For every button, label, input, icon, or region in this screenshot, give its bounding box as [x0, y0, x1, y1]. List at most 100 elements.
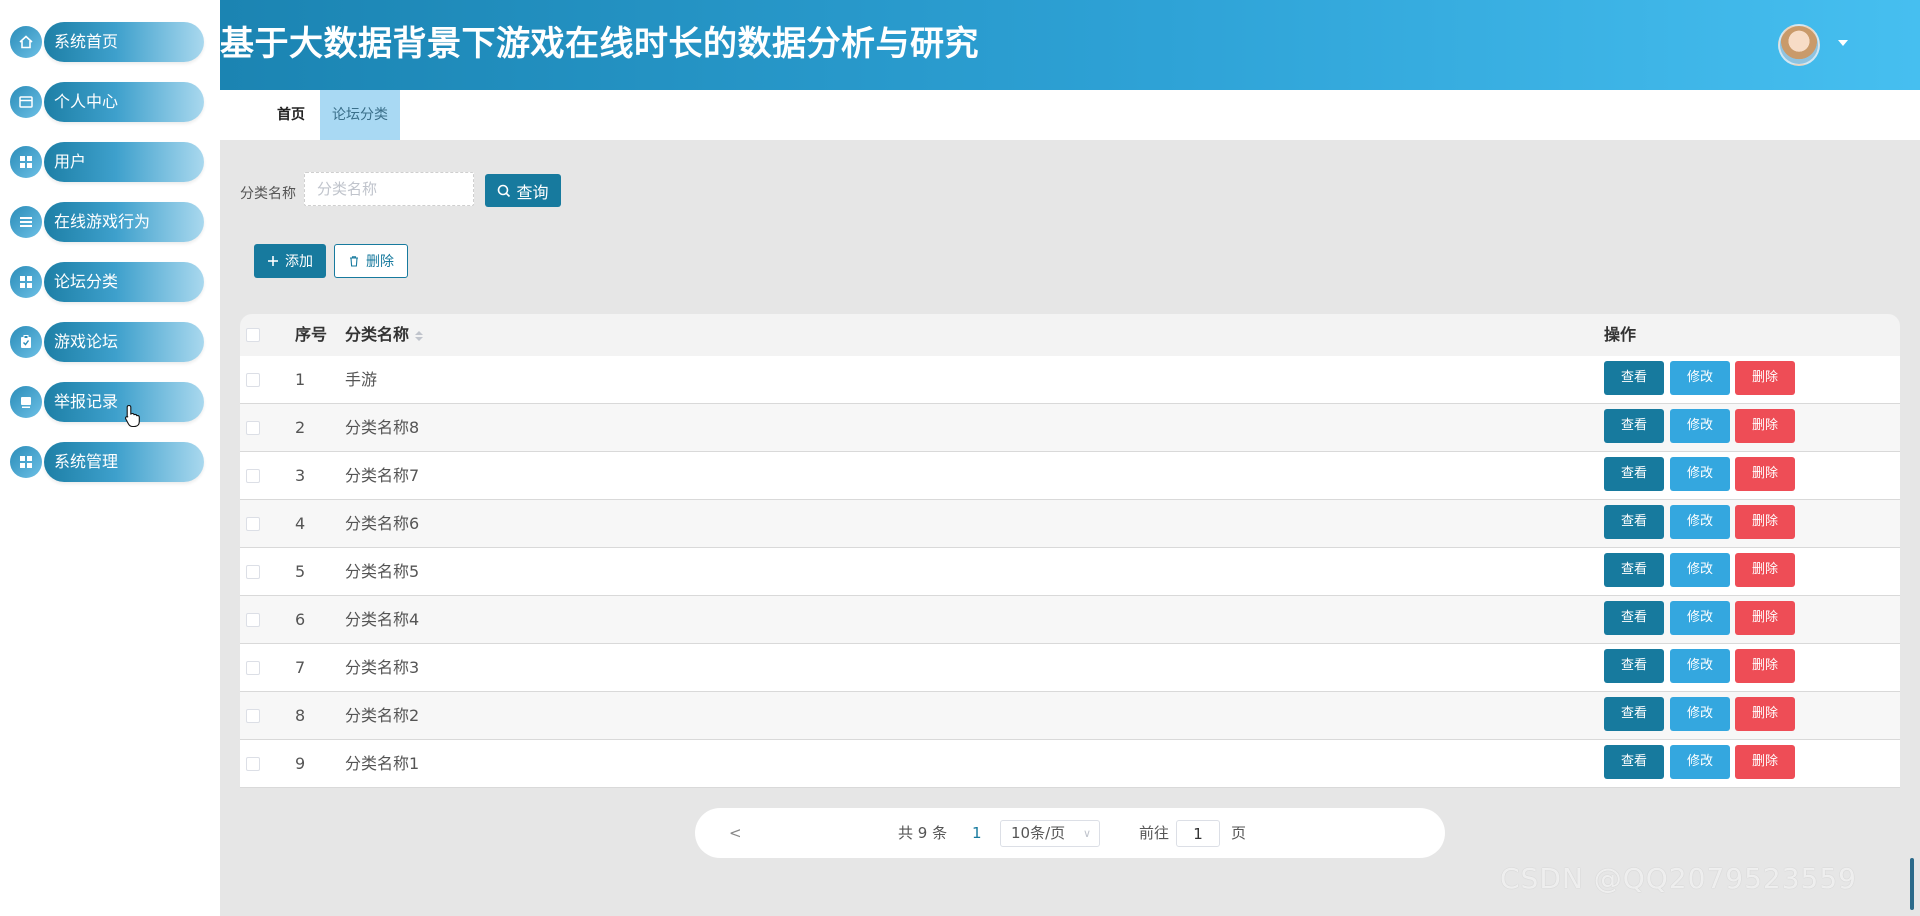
select-all-checkbox[interactable]: [246, 328, 260, 342]
prev-page-button[interactable]: <: [729, 808, 742, 858]
batch-delete-button[interactable]: 删除: [334, 244, 408, 278]
sidebar-item-users[interactable]: 用户: [10, 142, 204, 182]
column-header-actions: 操作: [1604, 325, 1637, 344]
edit-button[interactable]: 修改: [1670, 409, 1730, 443]
view-button[interactable]: 查看: [1604, 553, 1664, 587]
top-header: 基于大数据背景下游戏在线时长的数据分析与研究: [220, 0, 1920, 90]
query-button[interactable]: 查询: [485, 174, 561, 207]
edit-button[interactable]: 修改: [1670, 361, 1730, 395]
sidebar-item-label: 系统首页: [54, 32, 119, 51]
delete-button[interactable]: 删除: [1735, 745, 1795, 779]
sidebar-item-label: 用户: [54, 152, 87, 171]
sidebar-item-system-management[interactable]: 系统管理: [10, 442, 204, 482]
sidebar-item-report-records[interactable]: 举报记录: [10, 382, 204, 422]
row-checkbox[interactable]: [246, 661, 260, 675]
page-size-select[interactable]: 10条/页 ∨: [1000, 820, 1100, 847]
grid-icon: [10, 266, 42, 298]
row-checkbox[interactable]: [246, 757, 260, 771]
row-checkbox[interactable]: [246, 517, 260, 531]
sidebar-item-game-forum[interactable]: 游戏论坛: [10, 322, 204, 362]
row-category-name: 分类名称7: [345, 466, 420, 485]
row-index: 9: [295, 754, 306, 773]
delete-button[interactable]: 删除: [1735, 505, 1795, 539]
tab-home[interactable]: 首页: [252, 90, 330, 140]
sidebar-item-personal-center[interactable]: 个人中心: [10, 82, 204, 122]
row-category-name: 分类名称2: [345, 706, 420, 725]
column-header-category-name[interactable]: 分类名称: [345, 314, 424, 356]
edit-button[interactable]: 修改: [1670, 457, 1730, 491]
delete-button[interactable]: 删除: [1735, 601, 1795, 635]
delete-button[interactable]: 删除: [1735, 697, 1795, 731]
home-icon: [10, 26, 42, 58]
category-table: 序号 分类名称 操作 1 手游 查看 修改 删除 2 分类名称8 查看 修改 删除 3 分类名称7 查看…: [240, 314, 1900, 788]
row-category-name: 分类名称5: [345, 562, 420, 581]
table-row: 7 分类名称3 查看 修改 删除: [240, 644, 1900, 692]
row-index: 5: [295, 562, 306, 581]
grid-icon: [10, 146, 42, 178]
watermark: CSDN @QQ2079523559: [1500, 862, 1857, 895]
row-index: 6: [295, 610, 306, 629]
edit-button[interactable]: 修改: [1670, 697, 1730, 731]
delete-button[interactable]: 删除: [1735, 649, 1795, 683]
sidebar-item-online-game-behavior[interactable]: 在线游戏行为: [10, 202, 204, 242]
edit-button[interactable]: 修改: [1670, 601, 1730, 635]
view-button[interactable]: 查看: [1604, 697, 1664, 731]
add-button-label: 添加: [285, 254, 313, 270]
row-checkbox[interactable]: [246, 709, 260, 723]
pagination-total: 共 9 条: [898, 824, 948, 842]
scrollbar-handle[interactable]: [1910, 858, 1914, 910]
table-row: 8 分类名称2 查看 修改 删除: [240, 692, 1900, 740]
table-row: 3 分类名称7 查看 修改 删除: [240, 452, 1900, 500]
row-checkbox[interactable]: [246, 373, 260, 387]
list-icon: [10, 206, 42, 238]
edit-button[interactable]: 修改: [1670, 745, 1730, 779]
edit-button[interactable]: 修改: [1670, 649, 1730, 683]
view-button[interactable]: 查看: [1604, 361, 1664, 395]
table-row: 4 分类名称6 查看 修改 删除: [240, 500, 1900, 548]
tab-forum-category[interactable]: 论坛分类: [320, 90, 400, 140]
sort-icon[interactable]: [415, 330, 424, 341]
sidebar-item-label: 游戏论坛: [54, 332, 119, 351]
delete-button[interactable]: 删除: [1735, 553, 1795, 587]
edit-button[interactable]: 修改: [1670, 553, 1730, 587]
delete-button[interactable]: 删除: [1735, 457, 1795, 491]
row-index: 3: [295, 466, 306, 485]
sidebar-item-home[interactable]: 系统首页: [10, 22, 204, 62]
sidebar-item-forum-category[interactable]: 论坛分类: [10, 262, 204, 302]
row-checkbox[interactable]: [246, 469, 260, 483]
plus-icon: [268, 256, 278, 266]
card-icon: [10, 86, 42, 118]
sidebar-item-label: 个人中心: [54, 92, 119, 111]
view-button[interactable]: 查看: [1604, 505, 1664, 539]
row-checkbox[interactable]: [246, 565, 260, 579]
table-header: 序号 分类名称 操作: [240, 314, 1900, 356]
goto-page-input[interactable]: [1176, 820, 1220, 847]
view-button[interactable]: 查看: [1604, 601, 1664, 635]
edit-button[interactable]: 修改: [1670, 505, 1730, 539]
row-category-name: 分类名称6: [345, 514, 420, 533]
delete-button[interactable]: 删除: [1735, 361, 1795, 395]
view-button[interactable]: 查看: [1604, 745, 1664, 779]
view-button[interactable]: 查看: [1604, 457, 1664, 491]
row-checkbox[interactable]: [246, 421, 260, 435]
add-button[interactable]: 添加: [254, 244, 326, 278]
page-number-current[interactable]: 1: [972, 808, 982, 858]
table-row: 9 分类名称1 查看 修改 删除: [240, 740, 1900, 788]
sidebar-item-label: 在线游戏行为: [54, 212, 151, 231]
row-category-name: 手游: [345, 370, 378, 389]
delete-button[interactable]: 删除: [1735, 409, 1795, 443]
goto-suffix: 页: [1231, 824, 1247, 842]
chevron-down-icon[interactable]: [1838, 40, 1848, 46]
view-button[interactable]: 查看: [1604, 649, 1664, 683]
row-category-name: 分类名称8: [345, 418, 420, 437]
table-row: 6 分类名称4 查看 修改 删除: [240, 596, 1900, 644]
app-title: 基于大数据背景下游戏在线时长的数据分析与研究: [220, 24, 979, 64]
trash-icon: [350, 256, 358, 267]
user-avatar[interactable]: [1778, 24, 1820, 66]
chevron-down-icon: ∨: [1082, 827, 1091, 840]
sidebar-item-label: 举报记录: [54, 392, 119, 411]
search-input[interactable]: [304, 172, 474, 206]
row-checkbox[interactable]: [246, 613, 260, 627]
sidebar: 系统首页 个人中心 用户 在线游戏行为 论坛分类 游戏论坛 举报记录 系统管理: [0, 0, 220, 916]
view-button[interactable]: 查看: [1604, 409, 1664, 443]
